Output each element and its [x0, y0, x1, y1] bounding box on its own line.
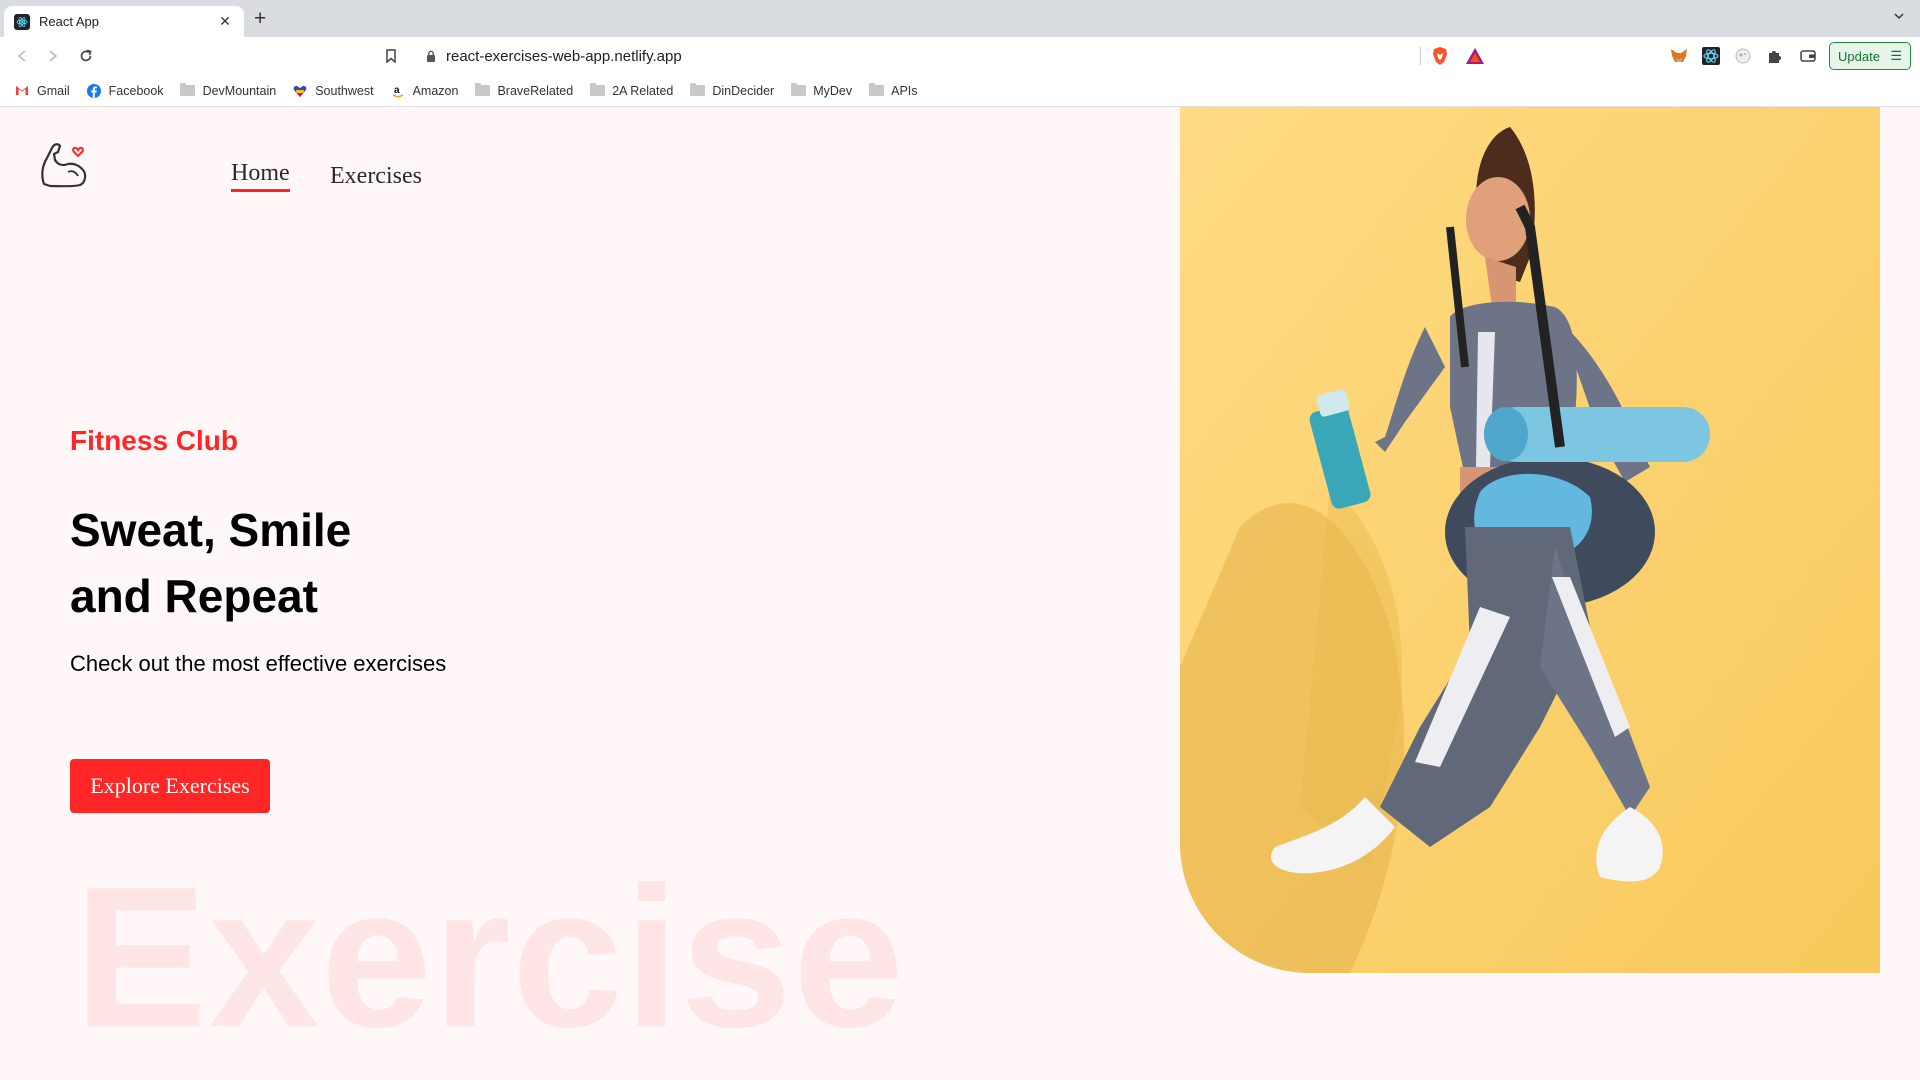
bookmark-folder-mydev[interactable]: MyDev: [790, 83, 853, 98]
bookmark-label: APIs: [891, 83, 918, 98]
bookmark-page-icon[interactable]: [381, 46, 401, 66]
nav-link-home[interactable]: Home: [231, 160, 290, 192]
new-tab-icon[interactable]: +: [254, 8, 266, 29]
bookmark-southwest[interactable]: Southwest: [292, 83, 374, 98]
browser-toolbar: react-exercises-web-app.netlify.app: [0, 37, 1920, 75]
bookmark-folder-apis[interactable]: APIs: [868, 83, 918, 98]
page-content: Home Exercises Exercise Fitness Club Swe…: [0, 107, 1920, 1080]
lock-icon: [424, 49, 438, 63]
menu-icon: ☰: [1890, 48, 1902, 63]
bookmark-label: 2A Related: [612, 83, 674, 98]
bookmarks-bar: Gmail Facebook DevMountain Southwest a A…: [0, 75, 1920, 107]
hero-headline: Sweat, Smile and Repeat: [70, 497, 670, 629]
metamask-fox-icon[interactable]: [1670, 47, 1688, 65]
update-button[interactable]: Update ☰: [1829, 42, 1911, 70]
exercise-watermark: Exercise: [74, 846, 905, 1069]
puzzle-extensions-icon[interactable]: [1765, 47, 1783, 65]
tab-strip: React App ✕ +: [0, 0, 1920, 37]
bookmark-label: BraveRelated: [497, 83, 574, 98]
bookmark-amazon[interactable]: a Amazon: [390, 83, 459, 98]
folder-icon: [790, 83, 806, 98]
bookmark-folder-dindecider[interactable]: DinDecider: [689, 83, 775, 98]
bookmark-label: Gmail: [37, 83, 70, 98]
bookmark-label: Southwest: [315, 83, 374, 98]
brave-rewards-icon[interactable]: [1465, 47, 1485, 65]
bookmark-label: DevMountain: [202, 83, 277, 98]
gmail-icon: [14, 84, 30, 98]
hero-banner-image: [1180, 107, 1880, 973]
folder-icon: [589, 83, 605, 98]
headline-line-2: and Repeat: [70, 570, 318, 622]
bookmark-facebook[interactable]: Facebook: [86, 83, 164, 98]
bookmark-label: MyDev: [813, 83, 853, 98]
brave-shields-icon[interactable]: [1431, 46, 1449, 66]
explore-exercises-button[interactable]: Explore Exercises: [70, 759, 270, 813]
svg-text:a: a: [394, 85, 400, 96]
folder-icon: [474, 83, 490, 98]
extension-icon[interactable]: [1734, 47, 1752, 65]
flexed-arm-heart-logo-icon[interactable]: [38, 138, 90, 190]
react-favicon-icon: [14, 13, 30, 30]
update-label: Update: [1838, 48, 1880, 64]
folder-icon: [689, 83, 705, 98]
react-devtools-icon[interactable]: [1702, 47, 1720, 65]
facebook-icon: [86, 83, 102, 98]
southwest-icon: [292, 84, 308, 98]
hero-subtext: Check out the most effective exercises: [70, 651, 447, 676]
bookmark-folder-braverelated[interactable]: BraveRelated: [474, 83, 574, 98]
url-text: react-exercises-web-app.netlify.app: [446, 47, 682, 65]
omnibox-divider: [1420, 47, 1421, 65]
amazon-icon: a: [390, 84, 406, 98]
hero-eyebrow: Fitness Club: [70, 425, 239, 456]
bookmark-label: Facebook: [108, 83, 164, 98]
headline-line-1: Sweat, Smile: [70, 504, 352, 556]
reload-icon[interactable]: [76, 46, 96, 66]
nav-link-exercises[interactable]: Exercises: [330, 163, 422, 190]
browser-tab[interactable]: React App ✕: [4, 6, 244, 37]
close-tab-icon[interactable]: ✕: [216, 13, 234, 30]
address-bar[interactable]: react-exercises-web-app.netlify.app: [410, 43, 1490, 69]
bookmark-label: DinDecider: [712, 83, 775, 98]
chevron-down-icon[interactable]: [1894, 11, 1904, 21]
tab-title: React App: [39, 14, 99, 29]
folder-icon: [180, 83, 196, 98]
wallet-icon[interactable]: [1799, 47, 1817, 65]
back-icon[interactable]: [12, 46, 32, 66]
bookmark-folder-devmountain[interactable]: DevMountain: [180, 83, 277, 98]
bookmark-label: Amazon: [412, 83, 459, 98]
forward-icon[interactable]: [43, 46, 63, 66]
bookmark-folder-2a-related[interactable]: 2A Related: [589, 83, 674, 98]
bookmark-gmail[interactable]: Gmail: [14, 84, 70, 98]
folder-icon: [868, 83, 884, 98]
